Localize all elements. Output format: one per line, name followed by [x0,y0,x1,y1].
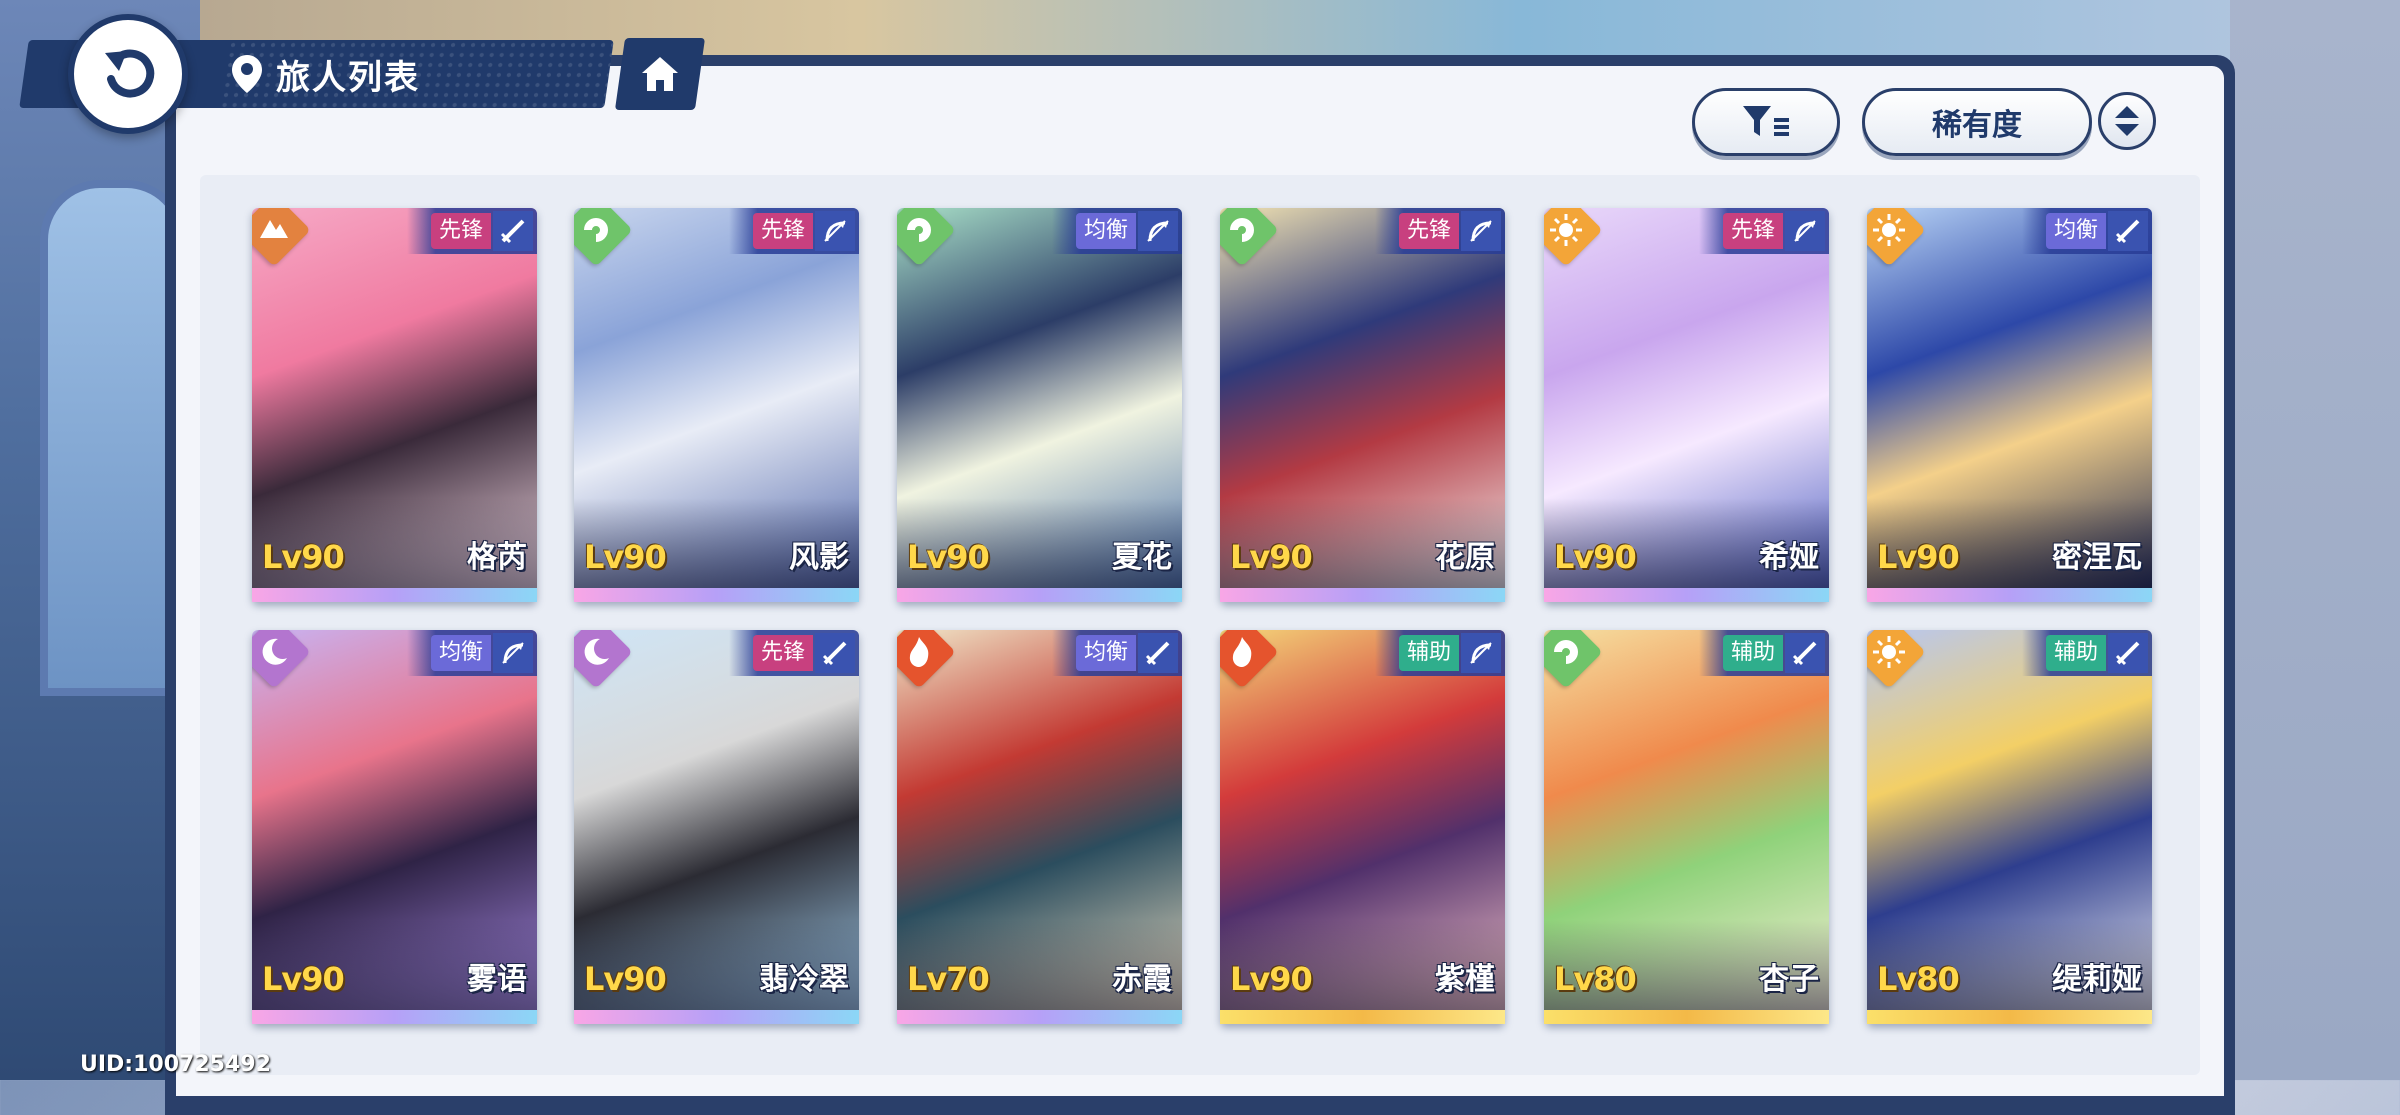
role-tag: 均衡 [2022,208,2152,254]
character-level: Lv70 [907,960,990,998]
role-label: 均衡 [1075,213,1136,249]
character-level: Lv90 [1554,538,1637,576]
role-tag: 先锋 [1699,208,1829,254]
character-name: 紫槿 [1435,962,1495,997]
back-arrow-icon [105,49,155,98]
page-title: 旅人列表 [276,57,420,98]
character-name: 夏花 [1112,540,1172,575]
role-tag: 先锋 [729,630,859,676]
character-level: Lv90 [1230,960,1313,998]
role-tag: 先锋 [407,208,537,254]
role-tag: 辅助 [1375,630,1505,676]
character-name: 希娅 [1759,540,1819,575]
role-label: 均衡 [1075,635,1136,671]
character-name: 雾语 [467,962,527,997]
character-name: 赤霞 [1112,962,1172,997]
character-card[interactable]: 均衡 Lv90 雾语 [252,630,537,1024]
page-title-wrap: 旅人列表 [230,46,420,102]
sword-icon [1785,633,1825,673]
home-icon [642,57,678,91]
character-name: 密涅瓦 [2052,540,2142,575]
bow-icon [1461,633,1501,673]
role-tag: 先锋 [1375,208,1505,254]
sort-by-rarity-button[interactable]: 稀有度 [1862,88,2092,156]
role-label: 先锋 [1398,213,1459,249]
sort-order-button[interactable] [2098,92,2156,150]
filter-icon [1743,106,1789,136]
character-card[interactable]: 均衡 Lv90 夏花 [897,208,1182,602]
role-label: 先锋 [752,213,813,249]
character-card[interactable]: 先锋 Lv90 格芮 [252,208,537,602]
character-card[interactable]: 均衡 Lv90 密涅瓦 [1867,208,2152,602]
character-level: Lv90 [907,538,990,576]
character-level: Lv90 [584,538,667,576]
character-level: Lv90 [1877,538,1960,576]
uid-label: UID:100725492 [80,1052,271,1077]
character-name: 杏子 [1759,962,1819,997]
sword-icon [493,211,533,251]
character-card[interactable]: 先锋 Lv90 翡冷翠 [574,630,859,1024]
character-card[interactable]: 先锋 Lv90 希娅 [1544,208,1829,602]
character-card[interactable]: 辅助 Lv80 缇莉娅 [1867,630,2152,1024]
role-label: 辅助 [2045,635,2106,671]
bow-icon [1138,211,1178,251]
sword-icon [2108,211,2148,251]
character-card[interactable]: 先锋 Lv90 风影 [574,208,859,602]
character-level: Lv80 [1554,960,1637,998]
character-level: Lv90 [262,960,345,998]
role-label: 辅助 [1722,635,1783,671]
sort-order-icon [2115,106,2139,136]
bow-icon [815,211,855,251]
character-name: 风影 [789,540,849,575]
character-name: 翡冷翠 [759,962,849,997]
bow-icon [1461,211,1501,251]
back-button[interactable] [68,14,188,134]
character-card[interactable]: 均衡 Lv70 赤霞 [897,630,1182,1024]
role-label: 辅助 [1398,635,1459,671]
role-label: 先锋 [1722,213,1783,249]
role-tag: 先锋 [729,208,859,254]
role-label: 均衡 [430,635,491,671]
sword-icon [1138,633,1178,673]
character-name: 格芮 [467,540,527,575]
character-card[interactable]: 辅助 Lv80 杏子 [1544,630,1829,1024]
home-button[interactable] [614,38,706,110]
role-label: 先锋 [752,635,813,671]
character-name: 缇莉娅 [2052,962,2142,997]
sword-icon [815,633,855,673]
character-level: Lv90 [1230,538,1313,576]
role-tag: 辅助 [1699,630,1829,676]
role-tag: 均衡 [1052,208,1182,254]
role-tag: 均衡 [407,630,537,676]
role-tag: 均衡 [1052,630,1182,676]
bow-icon [1785,211,1825,251]
role-tag: 辅助 [2022,630,2152,676]
bow-icon [493,633,533,673]
character-card[interactable]: 辅助 Lv90 紫槿 [1220,630,1505,1024]
role-label: 均衡 [2045,213,2106,249]
character-name: 花原 [1435,540,1495,575]
role-label: 先锋 [430,213,491,249]
character-level: Lv90 [584,960,667,998]
character-level: Lv90 [262,538,345,576]
filter-button[interactable] [1692,88,1840,156]
background-right [2230,0,2400,1080]
character-card[interactable]: 先锋 Lv90 花原 [1220,208,1505,602]
character-level: Lv80 [1877,960,1960,998]
sword-icon [2108,633,2148,673]
location-pin-icon [232,55,262,93]
